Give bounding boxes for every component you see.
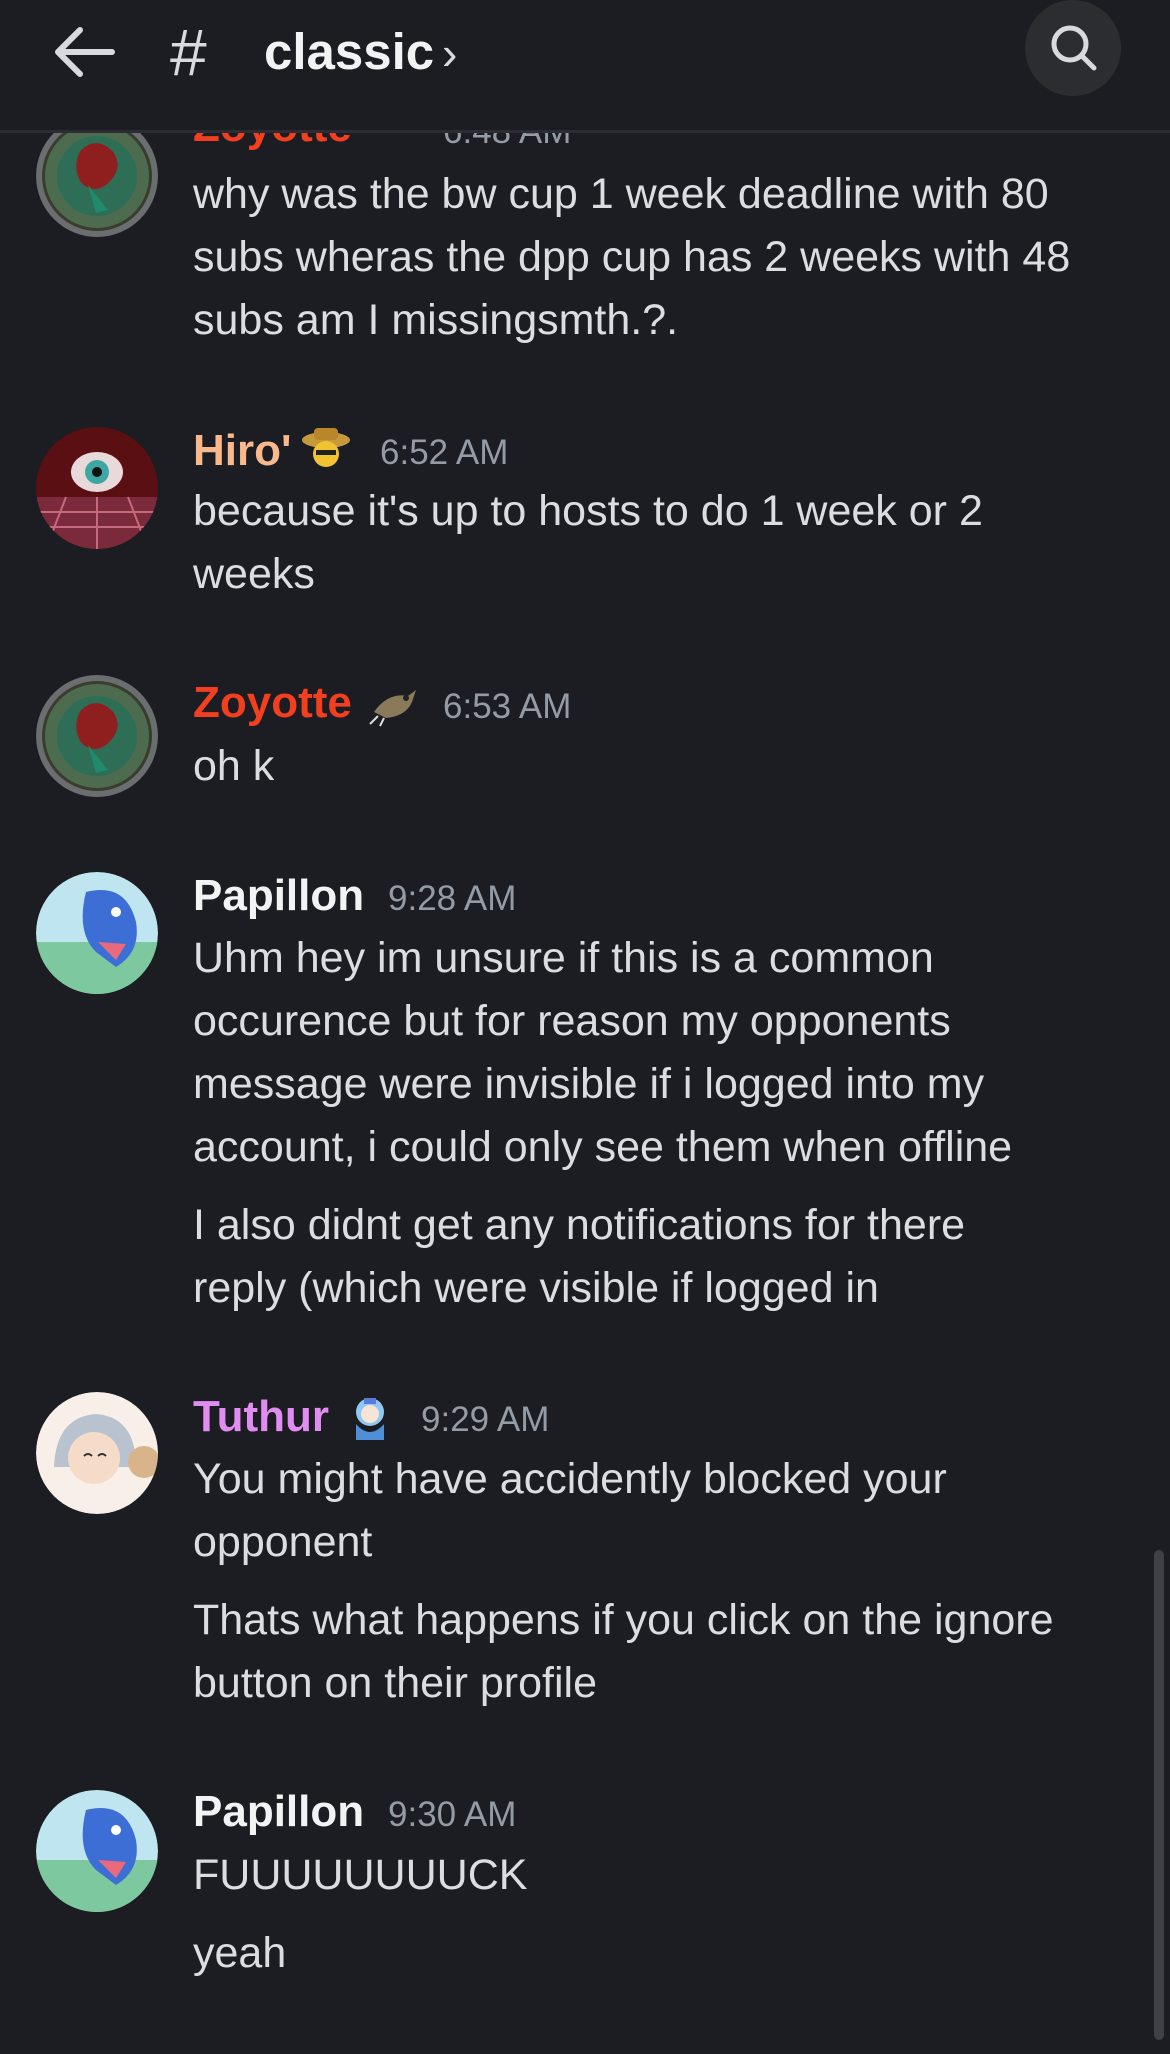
message-text: yeah — [193, 1929, 287, 1977]
anime-girl-emoji-icon — [356, 1398, 384, 1440]
message-text: occurence but for reason my opponents — [193, 997, 951, 1045]
avatar[interactable] — [36, 1790, 158, 1912]
message-list[interactable]: Zoyotte 6:48 AM why was the bw cup 1 wee… — [0, 0, 1170, 2054]
timestamp: 9:30 AM — [388, 1795, 517, 1834]
channel-name[interactable]: classic — [264, 22, 434, 81]
search-icon — [1051, 25, 1097, 71]
avatar[interactable] — [36, 1392, 158, 1514]
arrow-left-icon — [55, 27, 115, 77]
timestamp: 9:29 AM — [421, 1400, 550, 1439]
author-name[interactable]: Zoyotte — [193, 678, 352, 728]
message-text: account, i could only see them when offl… — [193, 1123, 1013, 1171]
back-button[interactable] — [50, 22, 120, 82]
bird-emoji-icon — [369, 690, 416, 727]
message-text: FUUUUUUUUCK — [193, 1851, 528, 1899]
chevron-right-icon[interactable]: › — [442, 26, 457, 80]
message-text: subs wheras the dpp cup has 2 weeks with… — [193, 233, 1071, 281]
message-text: reply (which were visible if logged in — [193, 1264, 879, 1312]
avatar[interactable] — [36, 427, 158, 549]
avatar[interactable] — [36, 675, 158, 797]
author-name[interactable]: Hiro' — [193, 426, 291, 476]
search-button[interactable] — [1025, 0, 1121, 96]
cowboy-emoji-icon — [302, 428, 350, 467]
author-name[interactable]: Papillon — [193, 871, 364, 921]
scrollbar[interactable] — [1154, 1550, 1164, 2040]
message-text: button on their profile — [193, 1659, 597, 1707]
message-text: because it's up to hosts to do 1 week or… — [193, 487, 983, 535]
timestamp: 6:53 AM — [443, 687, 572, 726]
message-text: Uhm hey im unsure if this is a common — [193, 934, 934, 982]
channel-header: # classic › — [0, 0, 1170, 133]
message-text: I also didnt get any notifications for t… — [193, 1201, 966, 1249]
author-name[interactable]: Tuthur — [193, 1392, 329, 1442]
author-name[interactable]: Papillon — [193, 1787, 364, 1837]
message-text: You might have accidently blocked your — [193, 1455, 947, 1503]
message-text: weeks — [193, 550, 315, 598]
timestamp: 6:52 AM — [380, 433, 509, 472]
message-text: opponent — [193, 1518, 373, 1566]
channel-hash-icon: # — [170, 15, 207, 89]
message-text: subs am I missingsmth.?. — [193, 296, 679, 344]
avatar[interactable] — [36, 115, 158, 237]
message-text: message were invisible if i logged into … — [193, 1060, 985, 1108]
timestamp: 9:28 AM — [388, 879, 517, 918]
message-text: Thats what happens if you click on the i… — [193, 1596, 1054, 1644]
message-text: oh k — [193, 742, 275, 790]
avatar[interactable] — [36, 872, 158, 994]
message-text: why was the bw cup 1 week deadline with … — [193, 170, 1049, 218]
